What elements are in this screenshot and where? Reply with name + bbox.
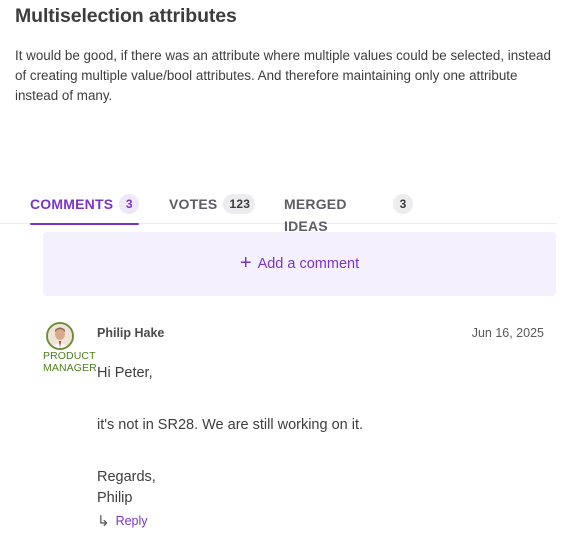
author-role-line1: PRODUCT <box>43 350 96 362</box>
tab-merged-ideas-label: MERGED IDEAS <box>284 196 347 234</box>
reply-arrow-icon: ↳ <box>97 513 110 530</box>
tab-comments-label: COMMENTS <box>30 196 114 212</box>
add-comment-button[interactable]: + Add a comment <box>43 232 556 296</box>
comment-closing: Regards, <box>97 469 156 485</box>
comment-date: Jun 16, 2025 <box>471 326 544 340</box>
comment-author[interactable]: Philip Hake <box>97 326 164 340</box>
author-role-badge: PRODUCT MANAGER <box>43 350 97 374</box>
avatar-portrait-icon <box>48 324 72 348</box>
tab-votes[interactable]: VOTES 123 <box>169 193 255 224</box>
add-comment-label: Add a comment <box>257 256 360 272</box>
reply-label: Reply <box>115 514 148 528</box>
comment-body: Hi Peter, it's not in SR28. We are still… <box>97 363 537 509</box>
author-role-line2: MANAGER <box>43 362 97 374</box>
comment-greeting: Hi Peter, <box>97 365 153 381</box>
idea-tabs: COMMENTS 3 VOTES 123 MERGED IDEAS 3 <box>0 193 557 234</box>
tab-merged-ideas[interactable]: MERGED IDEAS 3 <box>284 193 413 234</box>
tab-votes-count-badge: 123 <box>223 194 255 214</box>
comment-message: it's not in SR28. We are still working o… <box>97 417 364 433</box>
tab-comments[interactable]: COMMENTS 3 <box>30 193 140 225</box>
reply-button[interactable]: ↳ Reply <box>97 512 148 530</box>
idea-description: It would be good, if there was an attrib… <box>15 48 551 103</box>
avatar <box>46 322 74 350</box>
tab-comments-count-badge: 3 <box>119 194 140 214</box>
comment-signature: Philip <box>97 490 133 506</box>
plus-icon: + <box>239 252 252 274</box>
tab-merged-ideas-count-badge: 3 <box>393 194 413 214</box>
idea-title: Multiselection attributes <box>15 5 237 27</box>
tab-votes-label: VOTES <box>169 196 218 212</box>
